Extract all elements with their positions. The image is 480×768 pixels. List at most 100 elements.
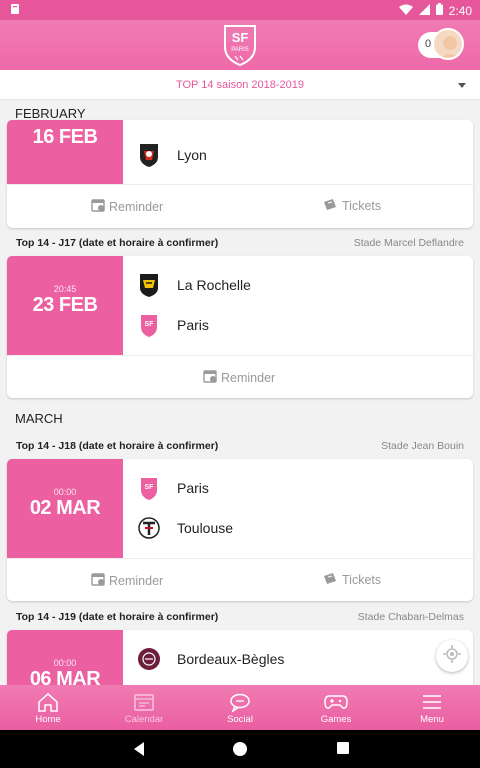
stadium-name: Stade Marcel Deflandre [353,237,464,249]
app-bar: SF PARIS 0 [0,20,480,70]
profile-button[interactable]: 0 [418,28,464,60]
locate-button[interactable] [436,640,468,672]
svg-text:SF: SF [145,321,155,328]
match-date: 16 FEB [7,120,123,184]
team-row: SF Paris [137,474,209,502]
nav-label: Menu [420,714,444,725]
match-date: 20:45 23 FEB [7,256,123,355]
team-row: SF Paris [137,311,209,339]
tickets-button[interactable]: Tickets [323,198,381,214]
reminder-button[interactable]: Reminder [91,198,163,215]
match-day: 02 MAR [29,497,101,519]
nav-menu[interactable]: Menu [384,685,480,730]
tickets-label: Tickets [342,573,382,587]
match-actions: Reminder Tickets [7,184,473,226]
stadium-name: Stade Jean Bouin [381,440,464,452]
month-header-march: MARCH [15,411,63,426]
nav-label: Calendar [124,714,164,725]
reminder-label: Reminder [109,199,164,214]
matches-feed[interactable]: FEBRUARY 16 FEB Lyon Reminder Tickets To… [0,100,480,685]
calendar-clock-icon [91,572,105,589]
match-day: 23 FEB [32,294,98,316]
team-name: La Rochelle [177,277,251,293]
paris-crest-icon: SF [137,312,161,338]
bottom-nav: Home Calendar Social Games Menu [0,685,480,730]
gamepad-icon [288,690,384,714]
team-name: Lyon [177,147,207,163]
nav-social[interactable]: Social [192,685,288,730]
signal-icon [418,3,430,18]
bordeaux-crest-icon [137,646,161,672]
reminder-label: Reminder [221,370,276,385]
tickets-label: Tickets [342,199,382,213]
team-name: Paris [177,317,209,333]
team-row: Lyon [137,141,207,169]
season-selector[interactable]: TOP 14 saison 2018-2019 [0,70,480,100]
tickets-button[interactable]: Tickets [323,572,381,588]
chat-icon [192,690,288,714]
match-time: 20:45 [53,284,77,294]
match-card[interactable]: 16 FEB Lyon Reminder Tickets [7,120,473,228]
team-row: La Rochelle [137,271,251,299]
nav-calendar[interactable]: Calendar [96,685,192,730]
crosshair-icon [443,644,461,668]
lyon-crest-icon [137,142,161,168]
nav-label: Games [320,714,352,725]
avatar [432,28,464,60]
match-day: 06 MAR [29,668,101,685]
match-card[interactable]: 20:45 23 FEB La Rochelle SF Paris Remind… [7,256,473,398]
match-header: Top 14 - J19 (date et horaire à confirme… [16,611,219,623]
home-circle-icon[interactable] [232,741,248,762]
month-header-february: FEBRUARY [15,106,86,121]
recents-icon[interactable] [336,741,350,760]
match-actions: Reminder [7,355,473,397]
la-rochelle-crest-icon [137,272,161,298]
notification-icon [10,3,20,18]
match-header: Top 14 - J18 (date et horaire à confirme… [16,440,219,452]
reminder-button[interactable]: Reminder [203,369,275,386]
team-name: Paris [177,480,209,496]
nav-label: Social [227,714,253,725]
status-bar: 2:40 [0,0,480,20]
notification-count: 0 [425,38,432,50]
match-day: 16 FEB [32,126,98,148]
svg-text:SF: SF [145,484,155,491]
reminder-button[interactable]: Reminder [91,572,163,589]
nav-games[interactable]: Games [288,685,384,730]
paris-crest-icon: SF [137,475,161,501]
match-time: 00:00 [53,487,77,497]
system-nav-bar [0,730,480,768]
match-actions: Reminder Tickets [7,558,473,600]
wifi-icon [398,4,413,18]
team-row: Bordeaux-Bègles [137,645,284,673]
ticket-icon [323,198,338,214]
match-card[interactable]: 00:00 06 MAR Bordeaux-Bègles [7,630,473,685]
calendar-clock-icon [203,369,217,386]
reminder-label: Reminder [109,573,164,588]
match-date: 00:00 02 MAR [7,459,123,558]
team-name: Toulouse [177,520,234,536]
svg-text:PARIS: PARIS [231,47,249,53]
svg-text:SF: SF [232,30,249,45]
toulouse-crest-icon [137,515,161,541]
calendar-icon [96,690,192,714]
stadium-name: Stade Chaban-Delmas [357,611,464,623]
home-icon [0,690,96,714]
season-label: TOP 14 saison 2018-2019 [175,79,305,91]
back-icon[interactable] [132,741,146,762]
menu-icon [384,690,480,714]
stade-francais-logo[interactable]: SF PARIS [222,23,258,67]
match-date: 00:00 06 MAR [7,630,123,685]
ticket-icon [323,572,338,588]
match-header: Top 14 - J17 (date et horaire à confirme… [16,237,219,249]
battery-icon [435,3,443,18]
nav-home[interactable]: Home [0,685,96,730]
team-name: Bordeaux-Bègles [177,651,285,667]
dropdown-caret-icon [458,83,466,88]
match-card[interactable]: 00:00 02 MAR SF Paris Toulouse Reminder … [7,459,473,601]
calendar-clock-icon [91,198,105,215]
match-time: 00:00 [53,658,77,668]
nav-label: Home [35,714,61,725]
status-time: 2:40 [448,3,472,18]
team-row: Toulouse [137,514,233,542]
